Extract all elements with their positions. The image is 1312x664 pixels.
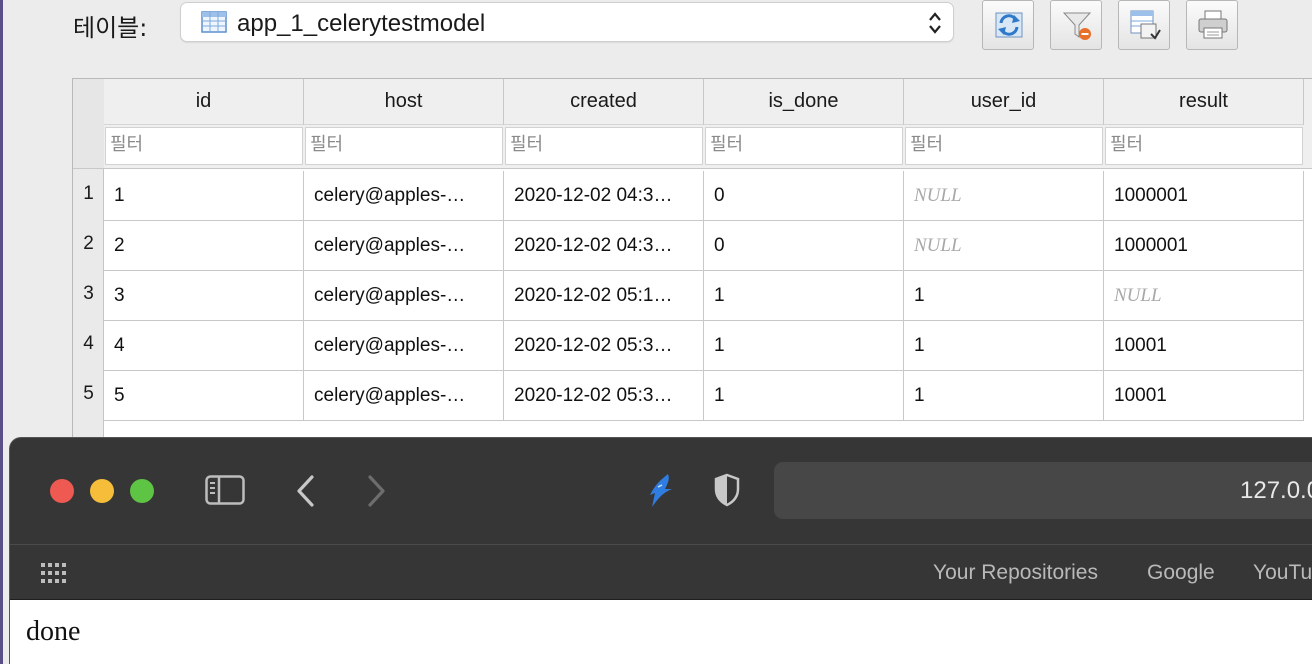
cell-is-done[interactable]: 0 [704,171,904,221]
table-row[interactable]: 5 celery@apples-… 2020-12-02 05:3… 1 1 1… [104,371,1312,421]
clear-filter-button[interactable] [1050,0,1102,50]
zoom-window-button[interactable] [130,479,154,503]
data-grid: id host created is_done user_id result 필… [72,78,1312,438]
cell-id[interactable]: 4 [104,321,304,371]
cell-host[interactable]: celery@apples-… [304,321,504,371]
filter-input-user-id[interactable]: 필터 [905,127,1103,165]
sidebar-icon[interactable] [205,475,245,505]
table-row[interactable]: 1 celery@apples-… 2020-12-02 04:3… 0 NUL… [104,171,1312,221]
table-row[interactable]: 2 celery@apples-… 2020-12-02 04:3… 0 NUL… [104,221,1312,271]
column-header-id[interactable]: id [104,79,304,125]
updown-chevron-icon [929,12,941,34]
cell-id[interactable]: 1 [104,171,304,221]
column-header-result[interactable]: result [1104,79,1304,125]
filter-clear-icon [1062,12,1092,40]
cell-user-id[interactable]: 1 [904,271,1104,321]
cell-is-done[interactable]: 1 [704,321,904,371]
favorite-your-repositories[interactable]: Your Repositories [933,561,1098,585]
cell-host[interactable]: celery@apples-… [304,371,504,421]
forward-chevron-icon[interactable] [365,474,387,508]
selected-table-name: app_1_celerytestmodel [237,10,486,37]
cell-created[interactable]: 2020-12-02 05:3… [504,321,704,371]
cell-is-done[interactable]: 0 [704,221,904,271]
filter-input-result[interactable]: 필터 [1105,127,1303,165]
cell-created[interactable]: 2020-12-02 05:1… [504,271,704,321]
filter-input-host[interactable]: 필터 [305,127,503,165]
back-chevron-icon[interactable] [295,474,317,508]
row-number[interactable]: 1 [73,171,104,221]
cell-is-done[interactable]: 1 [704,371,904,421]
cell-result[interactable]: 10001 [1104,321,1304,371]
column-header-row: id host created is_done user_id result [104,79,1312,125]
cell-result[interactable]: NULL [1104,271,1304,321]
cell-created[interactable]: 2020-12-02 05:3… [504,371,704,421]
favorites-bar: Your Repositories Google YouTube [10,545,1312,600]
cell-created[interactable]: 2020-12-02 04:3… [504,171,704,221]
cell-user-id[interactable]: NULL [904,221,1104,271]
table-row[interactable]: 3 celery@apples-… 2020-12-02 05:1… 1 1 N… [104,271,1312,321]
grid-corner [73,79,104,169]
table-label: 테이블: [73,14,148,42]
print-button[interactable] [1186,0,1238,50]
cell-user-id[interactable]: NULL [904,171,1104,221]
close-window-button[interactable] [50,479,74,503]
extension-icon[interactable] [646,471,676,511]
grid-apps-icon[interactable] [40,562,68,584]
cell-user-id[interactable]: 1 [904,321,1104,371]
filter-row: 필터 필터 필터 필터 필터 필터 [104,125,1312,169]
cell-id[interactable]: 3 [104,271,304,321]
address-text: 127.0.0.1 [1240,477,1312,504]
export-button[interactable] [1118,0,1170,50]
row-number[interactable]: 5 [73,371,104,421]
favorite-google[interactable]: Google [1147,561,1215,585]
favorite-youtube[interactable]: YouTube [1253,561,1312,585]
cell-id[interactable]: 2 [104,221,304,271]
cell-host[interactable]: celery@apples-… [304,171,504,221]
address-bar[interactable]: 127.0.0.1 [774,462,1312,519]
column-header-host[interactable]: host [304,79,504,125]
refresh-icon [995,12,1023,38]
column-header-created[interactable]: created [504,79,704,125]
minimize-window-button[interactable] [90,479,114,503]
refresh-button[interactable] [982,0,1034,50]
privacy-shield-icon[interactable] [713,473,741,507]
table-row[interactable]: 4 celery@apples-… 2020-12-02 05:3… 1 1 1… [104,321,1312,371]
cell-result[interactable]: 1000001 [1104,221,1304,271]
cell-is-done[interactable]: 1 [704,271,904,321]
column-header-user-id[interactable]: user_id [904,79,1104,125]
cell-result[interactable]: 1000001 [1104,171,1304,221]
print-icon [1198,10,1228,39]
page-body-text: done [26,616,81,647]
column-header-is-done[interactable]: is_done [704,79,904,125]
cell-host[interactable]: celery@apples-… [304,221,504,271]
cell-user-id[interactable]: 1 [904,371,1104,421]
export-icon [1130,10,1161,40]
row-number[interactable]: 4 [73,321,104,371]
cell-result[interactable]: 10001 [1104,371,1304,421]
cell-id[interactable]: 5 [104,371,304,421]
filter-input-id[interactable]: 필터 [105,127,303,165]
cell-created[interactable]: 2020-12-02 04:3… [504,221,704,271]
cell-host[interactable]: celery@apples-… [304,271,504,321]
table-select[interactable]: app_1_celerytestmodel [180,2,954,42]
table-icon [201,11,227,33]
filter-input-created[interactable]: 필터 [505,127,703,165]
browser-toolbar: 127.0.0.1 [10,438,1312,544]
browser-window: 127.0.0.1 Your Repositories Google YouTu… [9,437,1312,664]
page-content: done [10,600,1312,664]
filter-input-is-done[interactable]: 필터 [705,127,903,165]
row-number[interactable]: 2 [73,221,104,271]
row-number[interactable]: 3 [73,271,104,321]
